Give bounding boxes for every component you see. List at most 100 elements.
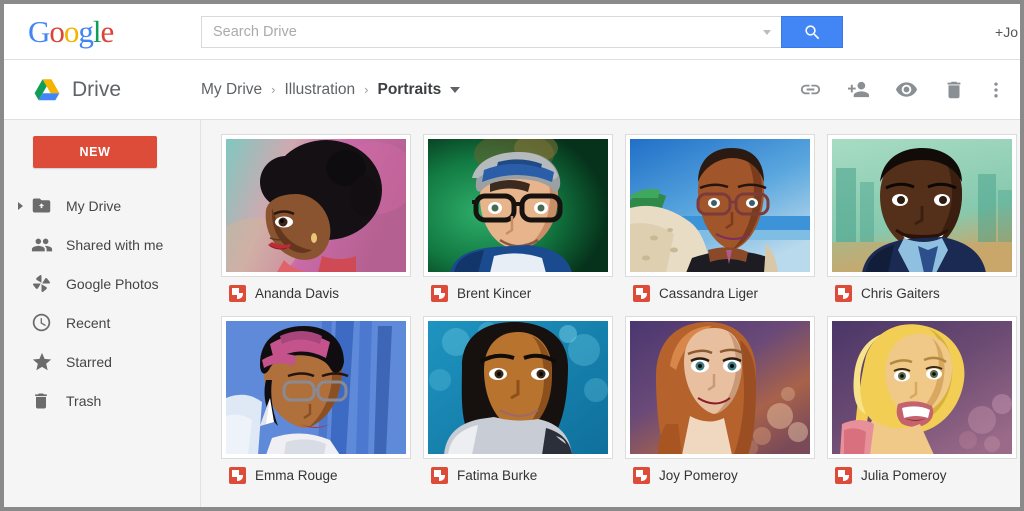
file-name: Joy Pomeroy (659, 468, 738, 483)
portrait-illustration-emma (226, 321, 406, 454)
sidebar: NEW My Drive Shared with me (4, 120, 201, 507)
sidebar-item-trash[interactable]: Trash (4, 381, 200, 420)
file-card[interactable]: Joy Pomeroy (625, 316, 815, 490)
portrait-illustration-chris (832, 139, 1012, 272)
sidebar-item-recent[interactable]: Recent (4, 303, 200, 342)
drive-brand-name: Drive (72, 78, 121, 102)
image-file-icon (229, 285, 246, 302)
search-field[interactable] (201, 16, 781, 48)
trash-icon (31, 391, 57, 411)
breadcrumb: My Drive › Illustration › Portraits (201, 81, 460, 99)
breadcrumb-item-portraits[interactable]: Portraits (377, 81, 441, 99)
file-meta: Chris Gaiters (827, 277, 1017, 308)
sidebar-item-starred[interactable]: Starred (4, 342, 200, 381)
get-link-button[interactable] (788, 68, 832, 112)
file-card[interactable]: Cassandra Liger (625, 134, 815, 308)
trash-icon (943, 79, 965, 101)
file-thumbnail[interactable] (423, 316, 613, 459)
header-toolbar (788, 68, 1012, 112)
file-name: Chris Gaiters (861, 286, 940, 301)
image-file-icon (633, 285, 650, 302)
file-meta: Brent Kincer (423, 277, 613, 308)
file-card[interactable]: Julia Pomeroy (827, 316, 1017, 490)
portrait-illustration-cassandra (630, 139, 810, 272)
drive-folder-icon (31, 195, 57, 216)
file-card[interactable]: Emma Rouge (221, 316, 411, 490)
file-meta: Fatima Burke (423, 459, 613, 490)
add-people-button[interactable] (836, 68, 880, 112)
portrait-illustration-julia (832, 321, 1012, 454)
file-card[interactable]: Chris Gaiters (827, 134, 1017, 308)
clock-icon (31, 312, 57, 333)
file-card[interactable]: Ananda Davis (221, 134, 411, 308)
main-body: NEW My Drive Shared with me (4, 120, 1020, 507)
portrait-illustration-fatima (428, 321, 608, 454)
sidebar-item-shared-with-me[interactable]: Shared with me (4, 225, 200, 264)
sidebar-item-label: Shared with me (66, 237, 163, 253)
breadcrumb-item-illustration[interactable]: Illustration (284, 81, 355, 99)
more-actions-button[interactable] (980, 68, 1012, 112)
drive-brand[interactable]: Drive (4, 78, 201, 102)
file-meta: Joy Pomeroy (625, 459, 815, 490)
sidebar-item-label: Starred (66, 354, 112, 370)
remove-button[interactable] (932, 68, 976, 112)
file-name: Cassandra Liger (659, 286, 758, 301)
file-thumbnail[interactable] (423, 134, 613, 277)
file-meta: Cassandra Liger (625, 277, 815, 308)
image-file-icon (633, 467, 650, 484)
image-file-icon (431, 467, 448, 484)
image-file-icon (229, 467, 246, 484)
portrait-illustration-joy (630, 321, 810, 454)
top-bar: Google +Jo (4, 4, 1020, 60)
search-button[interactable] (781, 16, 843, 48)
image-file-icon (431, 285, 448, 302)
breadcrumb-separator: › (364, 82, 368, 97)
new-button[interactable]: NEW (33, 136, 157, 168)
sidebar-item-my-drive[interactable]: My Drive (4, 186, 200, 225)
eye-icon (895, 78, 918, 101)
files-area: Ananda Davis (201, 120, 1020, 507)
search-icon (803, 23, 822, 42)
account-area: +Jo (995, 4, 1020, 60)
expand-arrow-icon[interactable] (18, 202, 23, 210)
google-drive-triangle-icon (34, 78, 60, 101)
image-file-icon (835, 467, 852, 484)
file-name: Emma Rouge (255, 468, 338, 483)
file-name: Brent Kincer (457, 286, 531, 301)
file-thumbnail[interactable] (625, 316, 815, 459)
sidebar-item-label: Trash (66, 393, 101, 409)
more-vertical-icon (986, 80, 1006, 100)
file-meta: Emma Rouge (221, 459, 411, 490)
file-name: Ananda Davis (255, 286, 339, 301)
file-name: Fatima Burke (457, 468, 537, 483)
file-meta: Julia Pomeroy (827, 459, 1017, 490)
person-add-icon (847, 78, 870, 101)
file-thumbnail[interactable] (221, 134, 411, 277)
portrait-illustration-brent (428, 139, 608, 272)
preview-button[interactable] (884, 68, 928, 112)
chevron-down-icon[interactable] (450, 87, 460, 93)
search-input[interactable] (202, 17, 781, 47)
account-link[interactable]: +Jo (995, 24, 1018, 40)
link-icon (799, 78, 822, 101)
file-card[interactable]: Brent Kincer (423, 134, 613, 308)
file-thumbnail[interactable] (827, 134, 1017, 277)
google-logo[interactable]: Google (28, 16, 113, 47)
file-card[interactable]: Fatima Burke (423, 316, 613, 490)
breadcrumb-item-my-drive[interactable]: My Drive (201, 81, 262, 99)
file-thumbnail[interactable] (625, 134, 815, 277)
file-thumbnail[interactable] (827, 316, 1017, 459)
search-options-caret-icon[interactable] (763, 30, 771, 35)
files-grid: Ananda Davis (221, 134, 1020, 490)
drive-header: Drive My Drive › Illustration › Portrait… (4, 60, 1020, 120)
file-thumbnail[interactable] (221, 316, 411, 459)
image-file-icon (835, 285, 852, 302)
search-bar (201, 16, 843, 48)
file-meta: Ananda Davis (221, 277, 411, 308)
photos-pinwheel-icon (31, 273, 57, 294)
drive-app-window: Google +Jo Drive (0, 0, 1024, 511)
breadcrumb-separator: › (271, 82, 275, 97)
portrait-illustration-ananda (226, 139, 406, 272)
star-icon (31, 351, 57, 373)
sidebar-item-google-photos[interactable]: Google Photos (4, 264, 200, 303)
